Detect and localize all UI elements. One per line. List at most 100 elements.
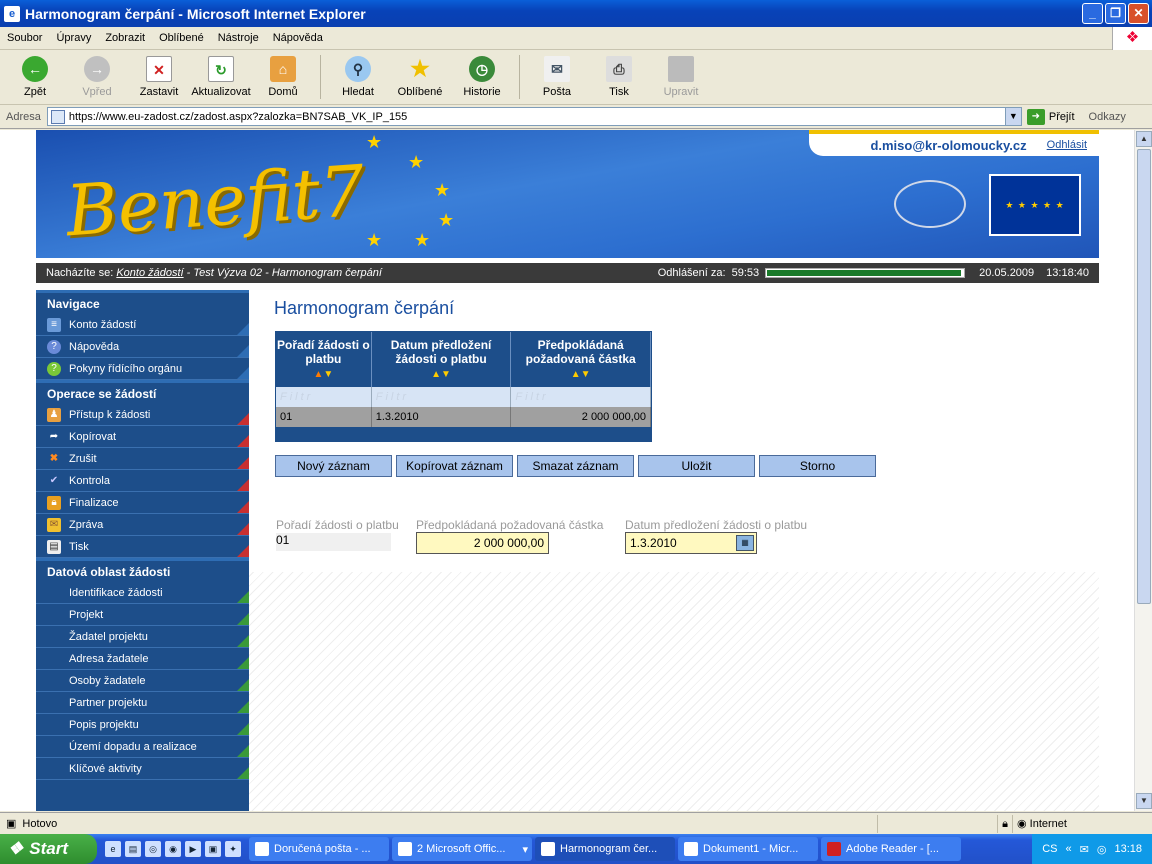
- menu-upravy[interactable]: Úpravy: [49, 32, 98, 44]
- list-icon: ≡: [47, 317, 61, 332]
- sidebar-item-aktivity[interactable]: Klíčové aktivity: [36, 758, 249, 780]
- app-quicklaunch-icon[interactable]: ◉: [165, 841, 181, 857]
- task-ie[interactable]: Harmonogram čer...: [535, 837, 675, 861]
- sidebar-item-finalizace[interactable]: 🔒︎ Finalizace: [36, 492, 249, 514]
- column-header-order[interactable]: Pořadí žádosti o platbu ▲▼: [276, 332, 372, 387]
- print-button[interactable]: ⎙ Tisk: [588, 50, 650, 98]
- column-header-date[interactable]: Datum předložení žádosti o platbu ▲▼: [372, 332, 512, 387]
- filter-input-date[interactable]: Filtr: [372, 387, 512, 407]
- mail-button[interactable]: ✉ Pošta: [526, 50, 588, 98]
- tools-quicklaunch-icon[interactable]: ✦: [225, 841, 241, 857]
- search-button[interactable]: ⚲ Hledat: [327, 50, 389, 98]
- task-word[interactable]: Dokument1 - Micr...: [678, 837, 818, 861]
- column-header-amount[interactable]: Předpokládaná požadovaná částka ▲▼: [511, 332, 651, 387]
- forward-arrow-icon: →: [84, 56, 110, 82]
- breadcrumb-link[interactable]: Konto žádostí: [116, 267, 183, 279]
- favorites-button[interactable]: ★ Oblíbené: [389, 50, 451, 98]
- sidebar-item-uzemi[interactable]: Území dopadu a realizace: [36, 736, 249, 758]
- sidebar-item-zadatel[interactable]: Žadatel projektu: [36, 626, 249, 648]
- tray-arrow-icon[interactable]: «: [1066, 843, 1072, 855]
- menu-napoveda[interactable]: Nápověda: [266, 32, 330, 44]
- sidebar-item-identifikace[interactable]: Identifikace žádosti: [36, 582, 249, 604]
- search-icon: ⚲: [345, 56, 371, 82]
- chevron-down-icon[interactable]: ▼: [1004, 108, 1021, 125]
- outlook-quicklaunch-icon[interactable]: ◎: [145, 841, 161, 857]
- sidebar-item-pristup[interactable]: ♟ Přístup k žádosti: [36, 404, 249, 426]
- forward-button[interactable]: → Vpřed: [66, 50, 128, 98]
- sidebar-item-zprava[interactable]: ✉ Zpráva: [36, 514, 249, 536]
- start-button[interactable]: ❖ Start: [0, 834, 97, 864]
- scroll-thumb[interactable]: [1137, 149, 1151, 604]
- media-quicklaunch-icon[interactable]: ▶: [185, 841, 201, 857]
- task-outlook[interactable]: Doručená pošta - ...: [249, 837, 389, 861]
- menu-zobrazit[interactable]: Zobrazit: [98, 32, 152, 44]
- history-button[interactable]: ◷ Historie: [451, 50, 513, 98]
- sidebar-item-kopirovat[interactable]: ➦ Kopírovat: [36, 426, 249, 448]
- cell-order: 01: [276, 407, 372, 427]
- tray-mail-icon[interactable]: ✉: [1080, 843, 1089, 856]
- sidebar-item-pokyny[interactable]: ? Pokyny řídícího orgánu: [36, 358, 249, 380]
- zone-indicator: ◉ Internet: [1012, 814, 1152, 833]
- sidebar-item-napoveda[interactable]: ? Nápověda: [36, 336, 249, 358]
- sort-arrows-icon[interactable]: ▲▼: [431, 369, 451, 380]
- menu-oblibene[interactable]: Oblíbené: [152, 32, 211, 44]
- copy-record-button[interactable]: Kopírovat záznam: [396, 455, 513, 477]
- minimize-button[interactable]: _: [1082, 3, 1103, 24]
- filter-input-order[interactable]: Filtr: [276, 387, 372, 407]
- address-input[interactable]: https://www.eu-zadost.cz/zadost.aspx?zal…: [46, 107, 1022, 126]
- sort-arrows-icon[interactable]: ▲▼: [571, 369, 591, 380]
- sidebar-item-partner[interactable]: Partner projektu: [36, 692, 249, 714]
- doc-quicklaunch-icon[interactable]: ▤: [125, 841, 141, 857]
- edit-button[interactable]: Upravit: [650, 50, 712, 98]
- printer-icon: ⎙: [606, 56, 632, 82]
- language-indicator[interactable]: CS: [1042, 843, 1057, 855]
- tray-app-icon[interactable]: ◎: [1097, 843, 1107, 856]
- order-label: Pořadí žádosti o platbu: [276, 518, 399, 532]
- calendar-icon[interactable]: ▦: [736, 535, 754, 551]
- back-button[interactable]: ← Zpět: [4, 50, 66, 98]
- ie-quicklaunch-icon[interactable]: e: [105, 841, 121, 857]
- go-button[interactable]: ➜ Přejít: [1026, 108, 1075, 125]
- scroll-up-arrow-icon[interactable]: ▲: [1136, 131, 1152, 147]
- links-toolbar[interactable]: Odkazy: [1089, 111, 1126, 123]
- sidebar-item-osoby[interactable]: Osoby žadatele: [36, 670, 249, 692]
- menu-soubor[interactable]: Soubor: [0, 32, 49, 44]
- task-adobe[interactable]: Adobe Reader - [...: [821, 837, 961, 861]
- close-button[interactable]: ✕: [1128, 3, 1149, 24]
- maximize-button[interactable]: ❐: [1105, 3, 1126, 24]
- refresh-button[interactable]: ↻ Aktualizovat: [190, 50, 252, 98]
- sidebar-item-zrusit[interactable]: ✖ Zrušit: [36, 448, 249, 470]
- sidebar: Navigace ≡ Konto žádostí ? Nápověda ? Pokyn…: [36, 290, 249, 811]
- stop-button[interactable]: ✕ Zastavit: [128, 50, 190, 98]
- filter-input-amount[interactable]: Filtr: [511, 387, 651, 407]
- sidebar-item-kontrola[interactable]: ✔ Kontrola: [36, 470, 249, 492]
- delete-record-button[interactable]: Smazat záznam: [517, 455, 634, 477]
- new-record-button[interactable]: Nový záznam: [275, 455, 392, 477]
- sidebar-item-tisk[interactable]: ▤ Tisk: [36, 536, 249, 558]
- logout-link[interactable]: Odhlásit: [1047, 139, 1087, 151]
- toolbar-separator: [320, 55, 321, 99]
- page-done-icon: ▣: [6, 818, 17, 830]
- office-icon: [398, 842, 412, 856]
- cancel-button[interactable]: Storno: [759, 455, 876, 477]
- menu-nastroje[interactable]: Nástroje: [211, 32, 266, 44]
- eu-flag: ★ ★ ★ ★ ★: [989, 174, 1081, 236]
- filter-row: Filtr Filtr Filtr: [276, 387, 651, 407]
- scroll-down-arrow-icon[interactable]: ▼: [1136, 793, 1152, 809]
- browser-toolbar: ← Zpět → Vpřed ✕ Zastavit ↻ Aktualizovat ⌂ Do…: [0, 50, 1152, 105]
- save-button[interactable]: Uložit: [638, 455, 755, 477]
- date-field[interactable]: 1.3.2010 ▦: [625, 532, 757, 554]
- sort-arrows-icon[interactable]: ▲▼: [313, 369, 333, 380]
- sidebar-item-konto[interactable]: ≡ Konto žádostí: [36, 314, 249, 336]
- table-row[interactable]: 01 1.3.2010 2 000 000,00: [276, 407, 651, 427]
- home-button[interactable]: ⌂ Domů: [252, 50, 314, 98]
- save-quicklaunch-icon[interactable]: ▣: [205, 841, 221, 857]
- home-icon: ⌂: [270, 56, 296, 82]
- current-date: 20.05.2009: [979, 267, 1035, 279]
- sidebar-item-projekt[interactable]: Projekt: [36, 604, 249, 626]
- amount-field[interactable]: 2 000 000,00: [416, 532, 549, 554]
- sidebar-item-popis[interactable]: Popis projektu: [36, 714, 249, 736]
- vertical-scrollbar[interactable]: ▲ ▼: [1134, 130, 1152, 811]
- sidebar-item-adresa[interactable]: Adresa žadatele: [36, 648, 249, 670]
- task-office[interactable]: 2 Microsoft Offic... ▾: [392, 837, 532, 861]
